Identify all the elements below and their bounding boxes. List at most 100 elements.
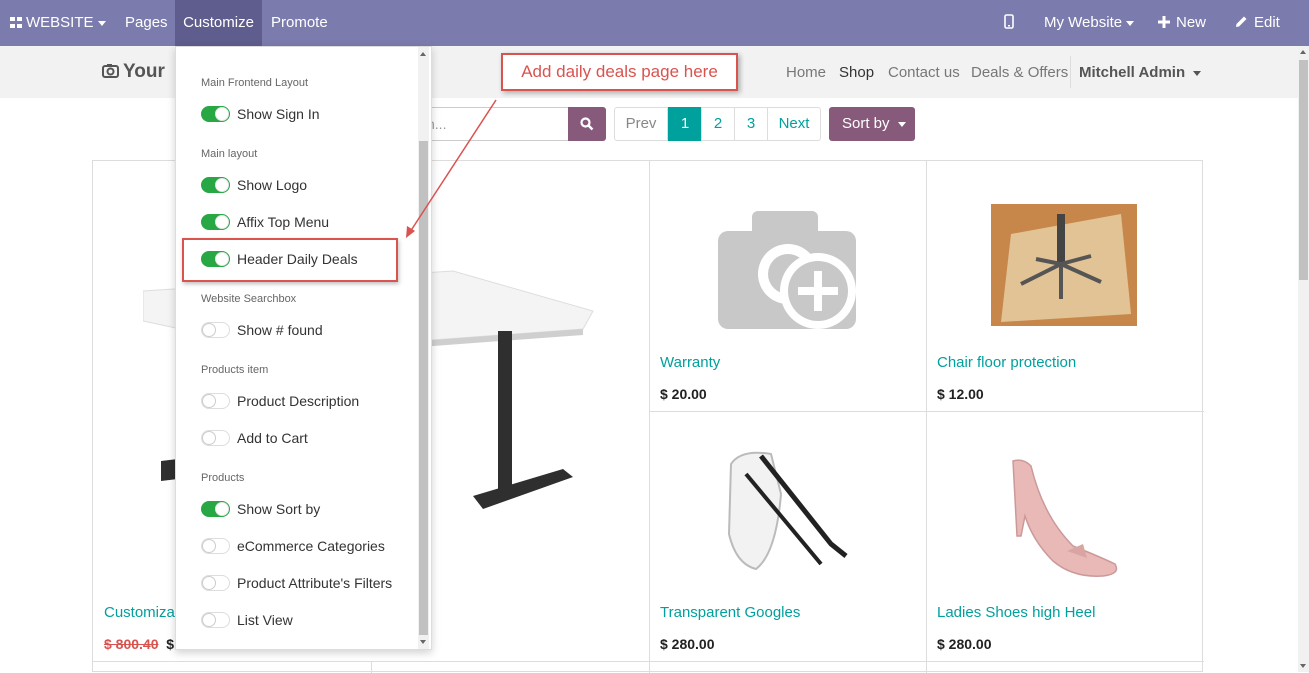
dropdown-scrollbar[interactable]: [418, 47, 429, 649]
grid-divider: [926, 161, 927, 673]
section-main-frontend-layout: Main Frontend Layout: [201, 77, 309, 89]
product-search-input[interactable]: n...: [420, 107, 568, 141]
nav-home[interactable]: Home: [786, 64, 826, 81]
chevron-down-icon: [897, 121, 906, 127]
page-scrollbar-thumb[interactable]: [1299, 60, 1308, 280]
scroll-up-icon: [420, 52, 426, 56]
new-button[interactable]: New: [1158, 0, 1206, 46]
nav-divider: [1070, 56, 1071, 88]
scroll-down-icon: [420, 640, 426, 644]
product-name[interactable]: Customizab: [104, 604, 183, 621]
product-image-warranty[interactable]: [718, 209, 858, 331]
section-products: Products: [201, 472, 245, 484]
toggle-switch[interactable]: [201, 612, 230, 628]
toggle-switch[interactable]: [201, 177, 230, 193]
option-label: Affix Top Menu: [237, 214, 330, 230]
product-name[interactable]: Chair floor protection: [937, 354, 1076, 371]
toggle-switch[interactable]: [201, 538, 230, 554]
toggle-switch[interactable]: [201, 501, 230, 517]
scroll-up-icon: [1300, 50, 1306, 54]
product-price: $ 280.00: [937, 636, 992, 652]
plus-icon: [1158, 16, 1170, 28]
user-name: Mitchell Admin: [1079, 64, 1186, 81]
grid-divider: [649, 411, 1204, 412]
option-label: Show Logo: [237, 177, 308, 193]
option-label: Show # found: [237, 322, 323, 338]
toggle-switch[interactable]: [201, 322, 230, 338]
grid-divider: [649, 161, 650, 673]
nav-contact-us[interactable]: Contact us: [888, 64, 960, 81]
chevron-down-icon: [97, 20, 106, 26]
customize-menu[interactable]: Customize: [175, 0, 262, 46]
mobile-icon: [1004, 14, 1014, 29]
sort-by-label: Sort by: [842, 115, 890, 132]
scroll-down-icon: [1300, 664, 1306, 668]
pager-next[interactable]: Next: [767, 107, 821, 141]
search-icon: [580, 117, 594, 131]
toggle-switch[interactable]: [201, 393, 230, 409]
user-menu[interactable]: Mitchell Admin: [1079, 64, 1202, 81]
annotation-callout: Add daily deals page here: [501, 53, 738, 91]
new-label: New: [1176, 14, 1207, 31]
toggle-switch[interactable]: [201, 106, 230, 122]
edit-button[interactable]: Edit: [1235, 0, 1280, 46]
toggle-switch[interactable]: [201, 575, 230, 591]
section-website-searchbox: Website Searchbox: [201, 293, 297, 305]
product-current-price: $: [166, 636, 175, 652]
pager-page-3[interactable]: 3: [734, 107, 768, 141]
my-website-label: My Website: [1044, 14, 1123, 31]
product-image-goggles[interactable]: [721, 444, 851, 574]
section-main-layout: Main layout: [201, 148, 258, 160]
customize-dropdown: Main Frontend Layout Show Sign In Main l…: [175, 46, 432, 650]
option-label: Show Sort by: [237, 501, 321, 517]
mobile-preview-button[interactable]: [1004, 0, 1014, 46]
section-products-item: Products item: [201, 364, 269, 376]
promote-menu[interactable]: Promote: [271, 0, 328, 46]
camera-icon: [102, 64, 119, 78]
highlight-box: [182, 238, 398, 282]
pages-menu[interactable]: Pages: [125, 0, 168, 46]
top-admin-bar: WEBSITE Pages Customize Promote My Websi…: [0, 0, 1309, 46]
product-old-price: $ 800.40: [104, 636, 159, 652]
chair-image: [991, 204, 1137, 326]
product-image-chair-mat[interactable]: [991, 204, 1137, 326]
goggles-image: [727, 451, 848, 571]
toggle-switch[interactable]: [201, 214, 230, 230]
toggle-switch[interactable]: [201, 430, 230, 446]
product-name[interactable]: Warranty: [660, 354, 720, 371]
product-name[interactable]: Ladies Shoes high Heel: [937, 604, 1095, 621]
chevron-down-icon: [1126, 20, 1135, 26]
nav-shop[interactable]: Shop: [839, 64, 874, 81]
edit-label: Edit: [1254, 14, 1280, 31]
site-logo[interactable]: Your: [102, 61, 165, 83]
product-image-shoes[interactable]: [1003, 456, 1125, 578]
pager-page-1[interactable]: 1: [668, 107, 702, 141]
product-price: $ 20.00: [660, 386, 707, 402]
page-scrollbar[interactable]: [1298, 46, 1309, 672]
option-label: List View: [237, 612, 293, 628]
product-price: $ 800.40 $: [104, 636, 174, 652]
pencil-icon: [1236, 16, 1247, 27]
pager-page-2[interactable]: 2: [701, 107, 735, 141]
option-label: eCommerce Categories: [237, 538, 385, 554]
website-menu-label: WEBSITE: [26, 14, 94, 31]
product-price: $ 280.00: [660, 636, 715, 652]
search-button[interactable]: [568, 107, 606, 141]
option-label: Product Description: [237, 393, 360, 409]
pager-prev[interactable]: Prev: [614, 107, 668, 141]
dropdown-scrollbar-thumb[interactable]: [419, 141, 428, 635]
option-label: Add to Cart: [237, 430, 308, 446]
my-website-menu[interactable]: My Website: [1044, 0, 1135, 46]
nav-deals-offers[interactable]: Deals & Offers: [971, 64, 1068, 81]
product-price: $ 12.00: [937, 386, 984, 402]
shoe-image: [1012, 459, 1118, 577]
product-name[interactable]: Transparent Googles: [660, 604, 800, 621]
apps-grid-icon: [10, 17, 22, 28]
camera-plus-icon: [718, 211, 856, 329]
option-label: Product Attribute's Filters: [237, 575, 393, 591]
website-menu[interactable]: WEBSITE: [10, 0, 106, 46]
grid-divider: [371, 661, 372, 673]
brand-text: Your: [123, 61, 165, 82]
option-label: Show Sign In: [237, 106, 320, 122]
sort-by-button[interactable]: Sort by: [829, 107, 915, 141]
